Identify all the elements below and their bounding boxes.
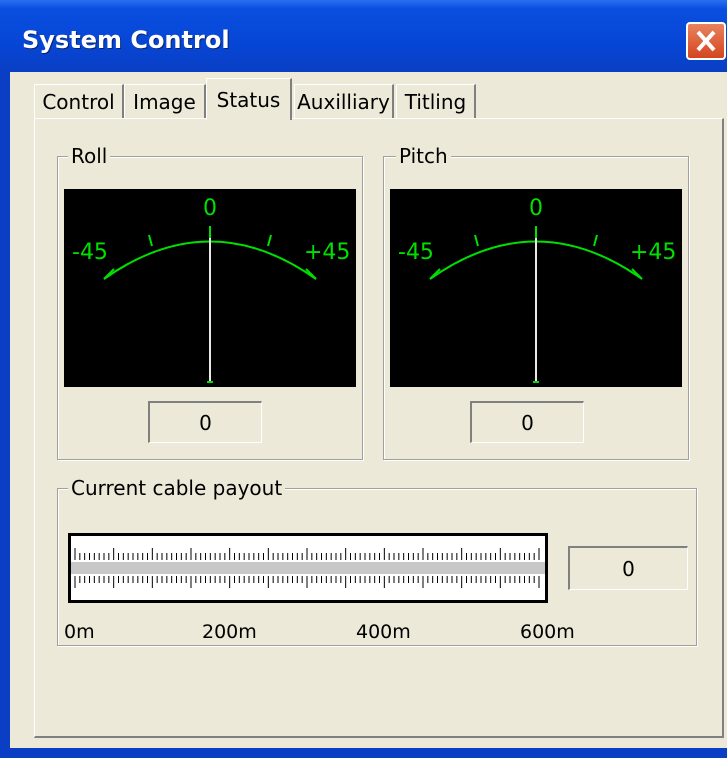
roll-value: 0: [148, 401, 262, 443]
status-tab-panel: Roll 0 -45 +45 0 Pitch 0 -45 +45 0 Curre…: [34, 118, 724, 738]
cable-payout-group: Current cable payout 0 0m 200m 400m 600m: [57, 476, 697, 646]
pitch-gauge: 0 -45 +45: [390, 189, 682, 387]
pitch-value: 0: [470, 401, 584, 443]
pitch-scale-left: -45: [398, 240, 434, 265]
cable-payout-bar: [68, 533, 548, 603]
cable-tick-label: 600m: [520, 621, 575, 643]
window-bottom-border: [0, 748, 727, 758]
roll-group-label: Roll: [68, 144, 111, 168]
pitch-scale-right: +45: [630, 240, 676, 265]
cable-tick-label: 400m: [356, 621, 411, 643]
close-button[interactable]: [686, 22, 726, 60]
tab-auxilliary[interactable]: Auxilliary: [294, 84, 394, 118]
roll-group: Roll 0 -45 +45 0: [57, 144, 363, 460]
client-area: Control Image Status Auxilliary Titling …: [10, 72, 727, 748]
tab-control[interactable]: Control: [34, 84, 124, 118]
cable-tick-label: 200m: [202, 621, 257, 643]
system-control-window: System Control Control Image Status Auxi…: [0, 0, 727, 758]
title-bar[interactable]: System Control: [0, 0, 727, 72]
cable-tick-label: 0m: [64, 621, 95, 643]
cable-payout-track: [71, 562, 545, 574]
pitch-group-label: Pitch: [396, 144, 451, 168]
window-title: System Control: [22, 26, 230, 54]
roll-gauge: 0 -45 +45: [64, 189, 356, 387]
cable-payout-value: 0: [568, 546, 688, 590]
tab-status[interactable]: Status: [206, 78, 292, 120]
close-icon: [696, 30, 716, 52]
roll-scale-left: -45: [72, 240, 108, 265]
tab-titling[interactable]: Titling: [396, 84, 476, 118]
cable-payout-label: Current cable payout: [68, 476, 286, 500]
pitch-scale-center: 0: [529, 196, 543, 221]
roll-scale-center: 0: [203, 196, 217, 221]
roll-scale-right: +45: [304, 240, 350, 265]
pitch-group: Pitch 0 -45 +45 0: [383, 144, 689, 460]
tab-image[interactable]: Image: [124, 84, 206, 118]
